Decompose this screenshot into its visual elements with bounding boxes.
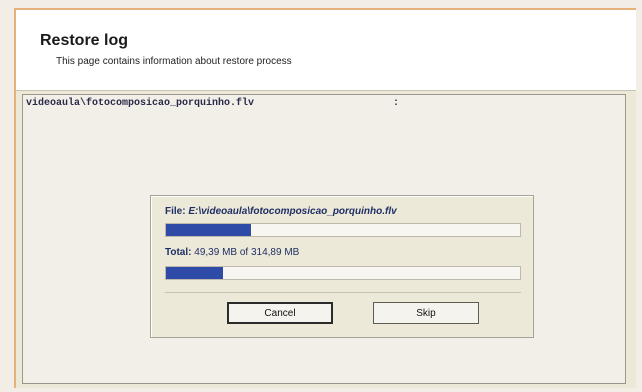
log-entry-separator: : — [393, 98, 400, 109]
total-progress-fill — [166, 267, 223, 279]
skip-button[interactable]: Skip — [373, 302, 479, 324]
cancel-button[interactable]: Cancel — [227, 302, 333, 324]
total-label: Total: — [165, 247, 192, 258]
page-header: Restore log This page contains informati… — [16, 10, 636, 91]
total-value: 49,39 MB of 314,89 MB — [194, 247, 300, 258]
total-progress-bar — [165, 266, 521, 280]
file-label: File: — [165, 206, 186, 217]
current-file-line: File: E:\videoaula\fotocomposicao_porqui… — [165, 206, 397, 217]
file-progress-bar — [165, 223, 521, 237]
dialog-divider — [165, 292, 521, 293]
file-path-value: E:\videoaula\fotocomposicao_porquinho.fl… — [188, 206, 397, 217]
file-progress-fill — [166, 224, 251, 236]
total-line: Total: 49,39 MB of 314,89 MB — [165, 247, 299, 258]
progress-dialog: File: E:\videoaula\fotocomposicao_porqui… — [150, 195, 534, 338]
restore-log-window: Restore log This page contains informati… — [14, 8, 636, 388]
page-subtitle: This page contains information about res… — [56, 56, 292, 67]
log-entry-path: videoaula\fotocomposicao_porquinho.flv — [26, 98, 255, 109]
page-title: Restore log — [40, 32, 129, 49]
